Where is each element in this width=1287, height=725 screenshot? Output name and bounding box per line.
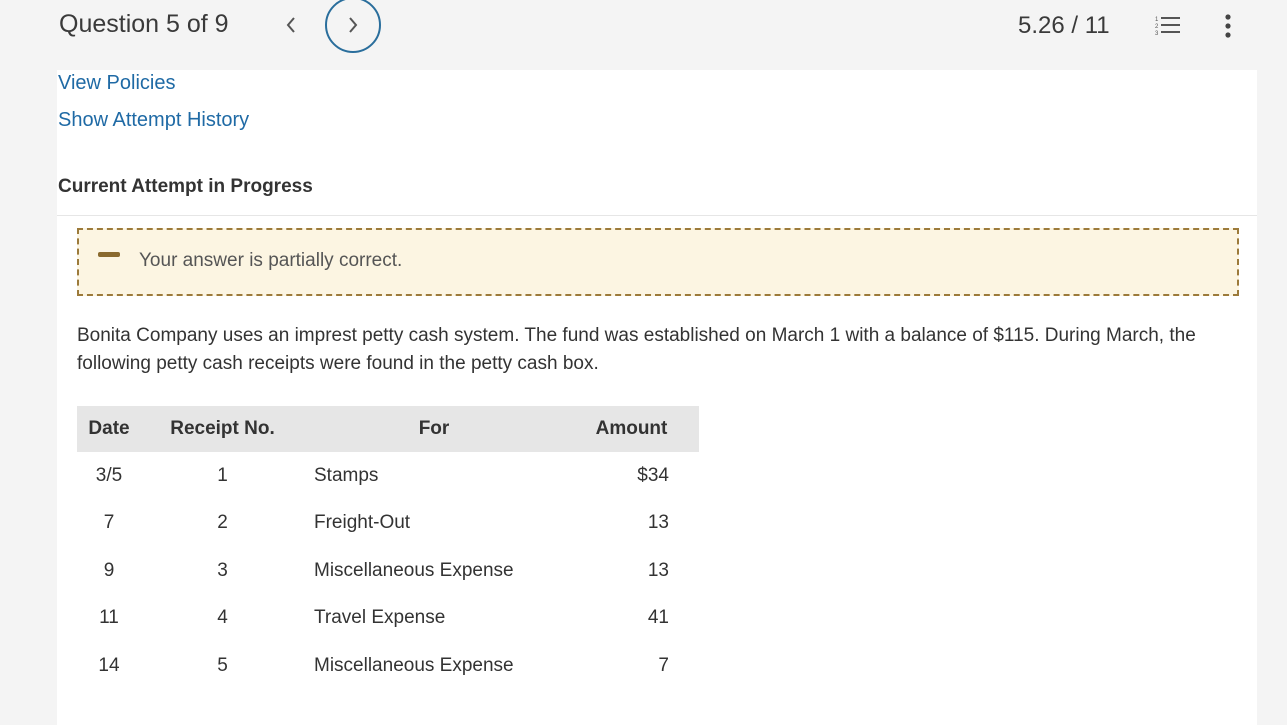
cell-date: 11 [99, 607, 119, 629]
receipts-table: Date Receipt No. For Amount 3/5 1 Stamps… [77, 406, 699, 690]
cell-date: 14 [98, 654, 120, 676]
show-attempt-history-link[interactable]: Show Attempt History [58, 109, 249, 132]
previous-question-button[interactable] [279, 10, 303, 40]
chevron-right-icon [349, 17, 358, 33]
cell-receipt: 1 [217, 464, 228, 486]
feedback-banner: Your answer is partially correct. [77, 228, 1239, 296]
cell-receipt: 5 [217, 654, 228, 676]
question-panel: View Policies Show Attempt History Curre… [57, 70, 1257, 725]
svg-text:3: 3 [1155, 31, 1159, 37]
table-row: 11 4 Travel Expense 41 [77, 595, 699, 643]
cell-amount: 13 [647, 512, 669, 534]
column-header-receipt: Receipt No. [141, 406, 304, 452]
problem-statement: Bonita Company uses an imprest petty cas… [77, 325, 1196, 374]
cell-receipt: 2 [217, 512, 228, 534]
table-row: 14 5 Miscellaneous Expense 7 [77, 642, 699, 690]
table-header-row: Date Receipt No. For Amount [77, 406, 699, 452]
column-header-date: Date [77, 406, 141, 452]
cell-for: Miscellaneous Expense [314, 654, 514, 676]
cell-date: 7 [103, 512, 115, 534]
next-question-button[interactable] [325, 0, 381, 53]
top-bar: Question 5 of 9 5.26 / 11 1 2 3 [0, 0, 1287, 70]
column-header-for: For [304, 406, 564, 452]
chevron-left-icon [286, 17, 295, 33]
cell-date: 3/5 [95, 464, 123, 486]
cell-for: Freight-Out [314, 512, 411, 534]
cell-receipt: 3 [217, 559, 228, 581]
feedback-text: Your answer is partially correct. [139, 250, 403, 271]
cell-amount: 13 [647, 559, 669, 581]
attempt-heading: Current Attempt in Progress [58, 176, 313, 197]
partial-credit-icon [98, 252, 120, 257]
numbered-list-icon: 1 2 3 [1155, 17, 1180, 37]
question-list-icon[interactable]: 1 2 3 [1154, 14, 1182, 38]
cell-for: Stamps [314, 464, 379, 486]
table-row: 7 2 Freight-Out 13 [77, 500, 699, 548]
score-display: 5.26 / 11 [1018, 12, 1110, 39]
cell-for: Miscellaneous Expense [314, 559, 514, 581]
more-options-icon[interactable] [1218, 12, 1238, 40]
divider [57, 215, 1257, 216]
table-row: 9 3 Miscellaneous Expense 13 [77, 547, 699, 595]
cell-amount: 41 [647, 607, 669, 629]
cell-date: 9 [103, 559, 115, 581]
svg-text:2: 2 [1155, 24, 1159, 30]
svg-text:1: 1 [1155, 17, 1159, 23]
column-header-amount: Amount [564, 406, 699, 452]
cell-amount: $34 [637, 464, 669, 486]
cell-amount: 7 [658, 654, 669, 676]
table-row: 3/5 1 Stamps $34 [77, 452, 699, 500]
view-policies-link[interactable]: View Policies [58, 72, 175, 95]
cell-for: Travel Expense [314, 607, 446, 629]
question-counter: Question 5 of 9 [59, 10, 229, 38]
cell-receipt: 4 [217, 607, 228, 629]
